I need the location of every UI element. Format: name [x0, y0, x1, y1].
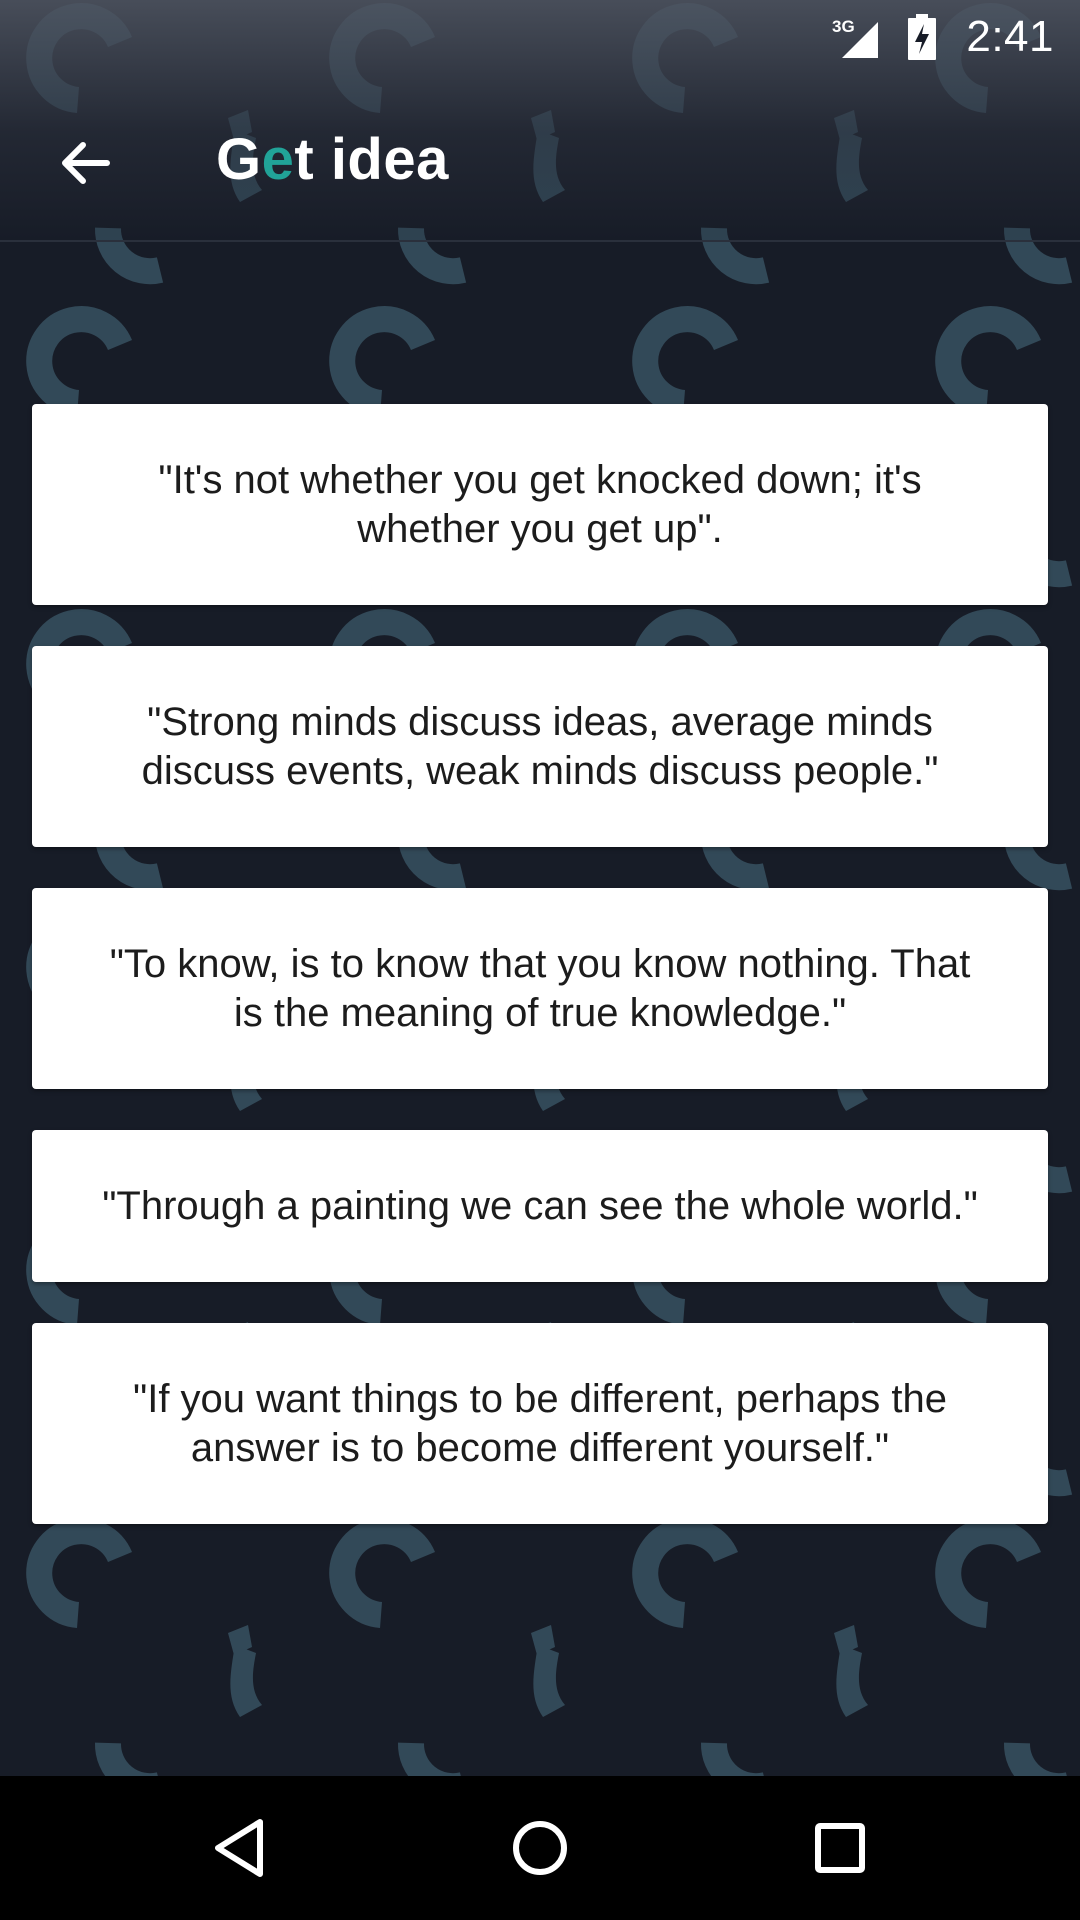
cellular-signal-icon: 3G [832, 17, 878, 58]
circle-home-icon [513, 1821, 567, 1875]
quote-card-1[interactable]: "It's not whether you get knocked down; … [32, 404, 1048, 605]
battery-charging-icon [908, 14, 936, 60]
nav-home-button[interactable] [490, 1798, 590, 1898]
nav-recents-button[interactable] [790, 1798, 890, 1898]
page-title: Get idea [216, 126, 449, 193]
status-time: 2:41 [966, 12, 1054, 61]
quote-text: "It's not whether you get knocked down; … [158, 457, 922, 551]
quote-text: "Through a painting we can see the whole… [102, 1183, 978, 1228]
arrow-left-icon [62, 142, 110, 184]
page-title-prefix: G [216, 127, 262, 192]
quote-text: "Strong minds discuss ideas, average min… [141, 699, 939, 793]
page-title-accent: e [261, 127, 295, 192]
quote-card-5[interactable]: "If you want things to be different, per… [32, 1323, 1048, 1524]
quote-text: "If you want things to be different, per… [133, 1376, 947, 1470]
quote-card-4[interactable]: "Through a painting we can see the whole… [32, 1130, 1048, 1282]
status-bar: 3G 2:41 [0, 0, 1080, 75]
triangle-back-icon [215, 1819, 263, 1877]
system-nav-bar [0, 1776, 1080, 1920]
quote-list: "It's not whether you get knocked down; … [32, 404, 1048, 1565]
quote-card-2[interactable]: "Strong minds discuss ideas, average min… [32, 646, 1048, 847]
quote-card-3[interactable]: "To know, is to know that you know nothi… [32, 888, 1048, 1089]
network-type-label: 3G [832, 17, 855, 36]
quote-text: "To know, is to know that you know nothi… [109, 941, 971, 1035]
nav-back-button[interactable] [190, 1798, 290, 1898]
square-recents-icon [815, 1823, 865, 1873]
back-button[interactable] [40, 118, 130, 208]
page-title-suffix: t idea [294, 127, 449, 192]
